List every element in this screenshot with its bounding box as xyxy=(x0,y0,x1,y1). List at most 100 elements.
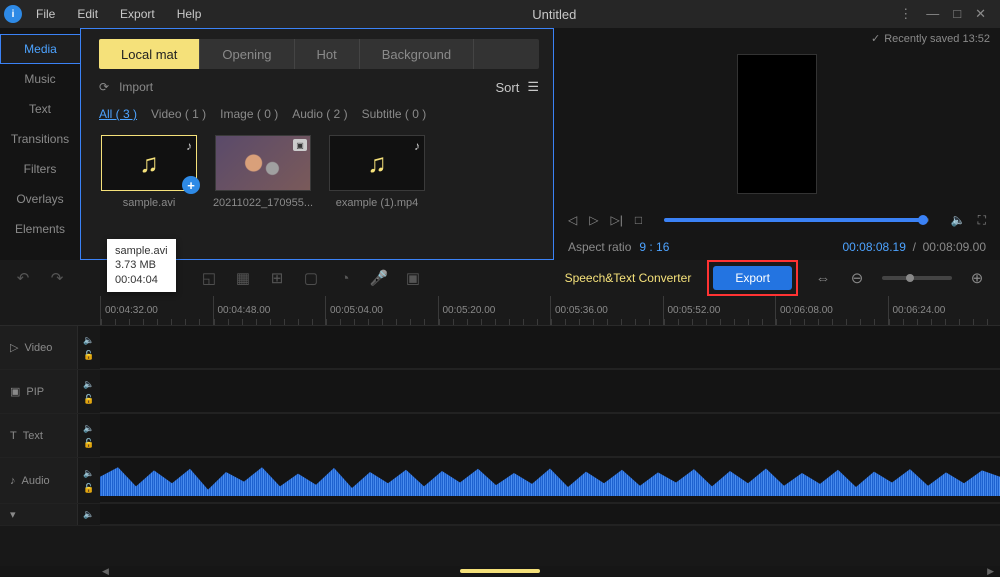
speed-icon[interactable]: ◔ xyxy=(336,269,354,287)
media-thumbnail[interactable]: ▣ xyxy=(215,135,311,191)
tooltip-size: 3.73 MB xyxy=(115,258,168,272)
media-thumbnail[interactable]: ♫ ♪ xyxy=(329,135,425,191)
preview-panel: ✓ Recently saved 13:52 ◁ ▷ ▷| □ 🔈 ⛶ Aspe… xyxy=(554,28,1000,260)
ruler-tick: 00:06:24.00 xyxy=(888,296,1000,325)
zoom-slider[interactable] xyxy=(882,276,952,280)
sidebar-tab-elements[interactable]: Elements xyxy=(0,214,80,244)
redo-icon[interactable]: ↷ xyxy=(48,269,66,287)
track-audio[interactable]: ♪Audio 🔈🔓 xyxy=(0,458,1000,504)
snapshot-icon[interactable]: ▣ xyxy=(404,269,422,287)
chevron-down-icon[interactable]: ▾ xyxy=(10,508,16,521)
seek-slider[interactable] xyxy=(664,218,929,222)
undo-icon[interactable]: ↶ xyxy=(14,269,32,287)
media-item[interactable]: ▣ 20211022_170955... xyxy=(213,135,313,209)
media-item[interactable]: ♫ ♪ + sample.avi xyxy=(99,135,199,209)
scroll-right-icon[interactable]: ▶ xyxy=(987,566,994,577)
crop-icon[interactable]: ◱ xyxy=(200,269,218,287)
timeline-ruler[interactable]: 00:04:32.00 00:04:48.00 00:05:04.00 00:0… xyxy=(0,296,1000,326)
media-tab-local[interactable]: Local mat xyxy=(99,39,200,69)
export-button[interactable]: Export xyxy=(713,266,792,290)
sidebar-tab-transitions[interactable]: Transitions xyxy=(0,124,80,154)
lock-icon[interactable]: 🔓 xyxy=(83,394,94,405)
mute-icon[interactable]: 🔈 xyxy=(83,379,94,390)
menu-help[interactable]: Help xyxy=(169,7,210,21)
media-tab-background[interactable]: Background xyxy=(360,39,474,69)
filter-subtitle[interactable]: Subtitle ( 0 ) xyxy=(362,107,427,121)
fullscreen-icon[interactable]: ⛶ xyxy=(978,213,986,228)
time-separator: / xyxy=(909,240,922,254)
media-tab-opening[interactable]: Opening xyxy=(200,39,294,69)
mute-icon[interactable]: 🔈 xyxy=(83,423,94,434)
filter-audio[interactable]: Audio ( 2 ) xyxy=(292,107,347,121)
filter-all[interactable]: All ( 3 ) xyxy=(99,107,137,121)
pip-icon: ▣ xyxy=(10,385,20,398)
volume-icon[interactable]: 🔈 xyxy=(951,213,966,227)
saved-label: Recently saved 13:52 xyxy=(884,33,990,45)
fit-width-icon[interactable]: ⇔ xyxy=(814,269,832,287)
media-item[interactable]: ♫ ♪ example (1).mp4 xyxy=(327,135,427,209)
filter-image[interactable]: Image ( 0 ) xyxy=(220,107,278,121)
audio-waveform[interactable] xyxy=(100,464,1000,496)
aspect-ratio-value[interactable]: 9 : 16 xyxy=(639,240,669,254)
lock-icon[interactable]: 🔓 xyxy=(83,350,94,361)
maximize-icon[interactable]: □ xyxy=(953,6,961,22)
ruler-tick: 00:05:20.00 xyxy=(438,296,551,325)
track-extra[interactable]: ▾ 🔈 xyxy=(0,504,1000,526)
zoom-in-icon[interactable]: ⊕ xyxy=(968,269,986,287)
total-time: 00:08:09.00 xyxy=(923,240,986,254)
speech-text-converter-link[interactable]: Speech&Text Converter xyxy=(565,271,692,285)
timeline-tracks: ▷Video 🔈🔓 ▣PIP 🔈🔓 TText 🔈🔓 ♪Audio 🔈🔓 ▾ 🔈 xyxy=(0,326,1000,566)
mute-icon[interactable]: 🔈 xyxy=(83,335,94,346)
aspect-ratio-label: Aspect ratio xyxy=(568,240,631,254)
frame-icon[interactable]: ▢ xyxy=(302,269,320,287)
track-text[interactable]: TText 🔈🔓 xyxy=(0,414,1000,458)
scroll-left-icon[interactable]: ◀ xyxy=(102,566,109,577)
settings-icon[interactable]: ⋮ xyxy=(899,6,912,22)
music-note-icon: ♫ xyxy=(139,148,159,179)
sidebar-tab-filters[interactable]: Filters xyxy=(0,154,80,184)
horizontal-scrollbar[interactable]: ◀ ▶ xyxy=(0,566,1000,576)
media-category-tabs: Local mat Opening Hot Background xyxy=(99,39,539,69)
sort-list-icon: ☰ xyxy=(527,79,539,95)
ruler-tick: 00:06:08.00 xyxy=(775,296,888,325)
current-time: 00:08:08.19 xyxy=(843,240,906,254)
filter-video[interactable]: Video ( 1 ) xyxy=(151,107,206,121)
import-button[interactable]: ⟳ Import xyxy=(99,80,153,94)
stop-icon[interactable]: □ xyxy=(635,213,642,227)
menu-export[interactable]: Export xyxy=(112,7,163,21)
sidebar-tab-music[interactable]: Music xyxy=(0,64,80,94)
zoom-out-icon[interactable]: ⊖ xyxy=(848,269,866,287)
check-icon: ✓ xyxy=(871,32,880,45)
mosaic-icon[interactable]: ⊞ xyxy=(268,269,286,287)
play-icon[interactable]: ▷ xyxy=(589,213,598,227)
media-tab-hot[interactable]: Hot xyxy=(295,39,360,69)
sidebar-tab-overlays[interactable]: Overlays xyxy=(0,184,80,214)
lock-icon[interactable]: 🔓 xyxy=(83,438,94,449)
close-icon[interactable]: ✕ xyxy=(975,6,986,22)
media-tooltip: sample.avi 3.73 MB 00:04:04 xyxy=(107,239,176,292)
track-pip[interactable]: ▣PIP 🔈🔓 xyxy=(0,370,1000,414)
add-to-timeline-icon[interactable]: + xyxy=(182,176,200,194)
media-panel: Local mat Opening Hot Background ⟳ Impor… xyxy=(80,28,554,260)
preview-video-box[interactable] xyxy=(737,54,817,194)
track-video[interactable]: ▷Video 🔈🔓 xyxy=(0,326,1000,370)
export-highlight: Export xyxy=(707,260,798,296)
voiceover-icon[interactable]: 🎤 xyxy=(370,269,388,287)
app-logo-icon: i xyxy=(4,5,22,23)
sort-button[interactable]: Sort ☰ xyxy=(496,79,540,95)
lock-icon[interactable]: 🔓 xyxy=(83,483,94,494)
menu-edit[interactable]: Edit xyxy=(69,7,106,21)
split-icon[interactable]: ▦ xyxy=(234,269,252,287)
sidebar: Media Music Text Transitions Filters Ove… xyxy=(0,28,80,260)
menu-file[interactable]: File xyxy=(28,7,63,21)
minimize-icon[interactable]: — xyxy=(926,6,939,22)
mute-icon[interactable]: 🔈 xyxy=(83,468,94,479)
prev-frame-icon[interactable]: ◁ xyxy=(568,213,577,227)
mute-icon[interactable]: 🔈 xyxy=(83,509,94,520)
sidebar-tab-media[interactable]: Media xyxy=(0,34,80,64)
sidebar-tab-text[interactable]: Text xyxy=(0,94,80,124)
scrollbar-thumb[interactable] xyxy=(460,569,540,573)
media-filter-row: All ( 3 ) Video ( 1 ) Image ( 0 ) Audio … xyxy=(99,107,539,121)
next-frame-icon[interactable]: ▷| xyxy=(610,213,622,227)
media-thumbnail[interactable]: ♫ ♪ + xyxy=(101,135,197,191)
